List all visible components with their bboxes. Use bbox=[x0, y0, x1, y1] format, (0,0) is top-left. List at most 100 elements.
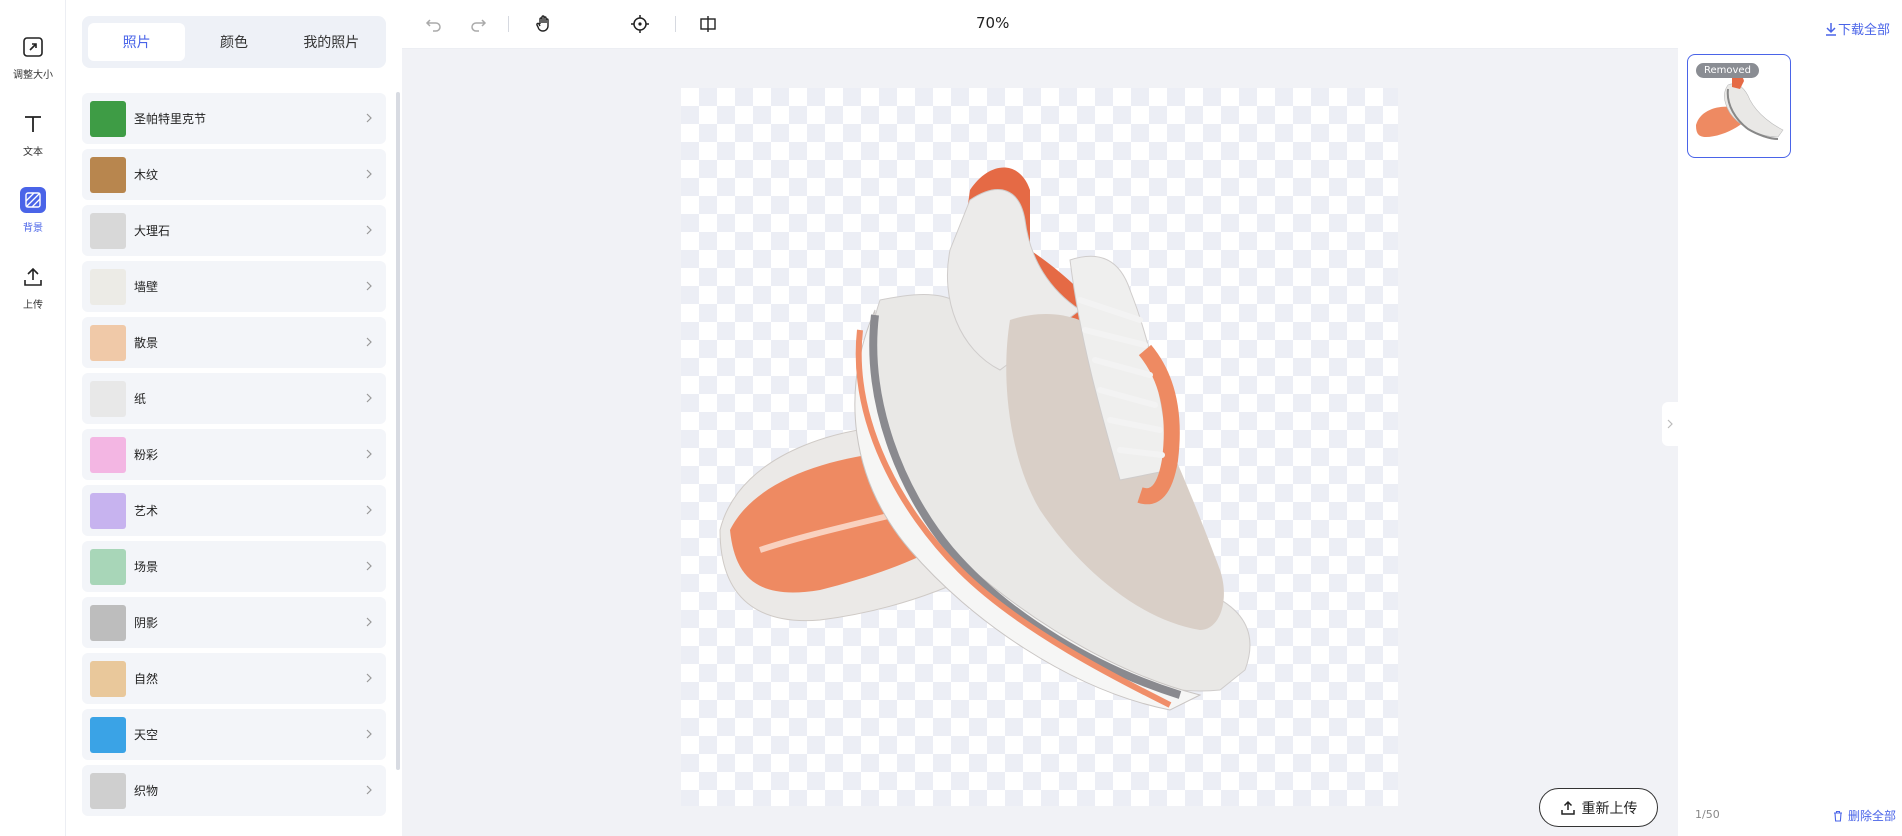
category-thumbnail bbox=[90, 548, 126, 585]
result-thumbnail[interactable]: Removed bbox=[1687, 54, 1791, 158]
canvas-toolbar: 70% bbox=[402, 0, 1678, 49]
chevron-right-icon bbox=[366, 729, 372, 739]
upload-icon bbox=[20, 264, 46, 290]
category-item[interactable]: 艺术 bbox=[82, 485, 386, 536]
app: 调整大小 文本 背景 上传 照片 颜色 我的照片 圣帕特里克节 木纹 大理石 墙… bbox=[0, 0, 1902, 836]
category-label: 艺术 bbox=[134, 504, 159, 518]
category-item[interactable]: 散景 bbox=[82, 317, 386, 368]
rail-label-resize: 调整大小 bbox=[13, 70, 53, 81]
chevron-right-icon bbox=[366, 673, 372, 683]
category-item[interactable]: 纸 bbox=[82, 373, 386, 424]
category-thumbnail bbox=[90, 324, 126, 361]
chevron-right-icon bbox=[366, 617, 372, 627]
category-item[interactable]: 圣帕特里克节 bbox=[82, 93, 386, 144]
left-rail: 调整大小 文本 背景 上传 bbox=[0, 0, 66, 836]
redo-button[interactable] bbox=[466, 12, 490, 36]
delete-all-label: 删除全部 bbox=[1847, 809, 1896, 823]
panel-tabs: 照片 颜色 我的照片 bbox=[82, 16, 386, 68]
rail-item-text[interactable]: 文本 bbox=[0, 107, 66, 167]
rail-label-text: 文本 bbox=[23, 147, 43, 158]
resize-icon bbox=[20, 34, 46, 60]
category-item[interactable]: 织物 bbox=[82, 765, 386, 816]
category-item[interactable]: 粉彩 bbox=[82, 429, 386, 480]
fit-center-button[interactable] bbox=[628, 12, 652, 36]
shoe-image[interactable] bbox=[700, 150, 1380, 730]
image-count: 1/50 bbox=[1695, 808, 1720, 821]
category-thumbnail bbox=[90, 660, 126, 697]
zoom-level[interactable]: 70% bbox=[976, 14, 1009, 32]
category-label: 大理石 bbox=[134, 224, 171, 238]
background-icon bbox=[20, 187, 46, 213]
compare-button[interactable] bbox=[696, 12, 720, 36]
category-label: 场景 bbox=[134, 560, 159, 574]
category-thumbnail bbox=[90, 604, 126, 641]
text-icon bbox=[20, 111, 46, 137]
chevron-right-icon bbox=[366, 337, 372, 347]
rail-label-upload: 上传 bbox=[23, 300, 43, 311]
background-panel: 照片 颜色 我的照片 圣帕特里克节 木纹大理石墙壁散景纸粉彩艺术场景阴影自然天空织… bbox=[82, 16, 386, 836]
category-thumbnail bbox=[90, 156, 126, 193]
category-item[interactable]: 木纹 bbox=[82, 149, 386, 200]
category-thumbnail bbox=[90, 380, 126, 417]
undo-button[interactable] bbox=[422, 12, 446, 36]
category-thumbnail bbox=[90, 492, 126, 529]
tab-colors[interactable]: 颜色 bbox=[185, 23, 282, 61]
collapse-panel-button[interactable] bbox=[1662, 402, 1678, 446]
category-item[interactable]: 场景 bbox=[82, 541, 386, 592]
chevron-right-icon bbox=[366, 281, 372, 291]
category-label: 织物 bbox=[134, 784, 159, 798]
undo-icon bbox=[425, 19, 441, 32]
download-all-label: 下载全部 bbox=[1837, 23, 1890, 38]
reupload-button[interactable]: 重新上传 bbox=[1539, 788, 1658, 827]
category-label: 木纹 bbox=[134, 168, 159, 182]
results-panel: 下载全部 Removed 1/50 删除全部 bbox=[1678, 0, 1902, 836]
reupload-label: 重新上传 bbox=[1581, 800, 1638, 817]
chevron-right-icon bbox=[366, 393, 372, 403]
category-item[interactable]: 自然 bbox=[82, 653, 386, 704]
removed-badge: Removed bbox=[1696, 63, 1759, 78]
download-all-button[interactable]: 下载全部 bbox=[1824, 19, 1890, 38]
chevron-right-icon bbox=[366, 505, 372, 515]
chevron-right-icon bbox=[366, 169, 372, 179]
category-list: 圣帕特里克节 木纹大理石墙壁散景纸粉彩艺术场景阴影自然天空织物 bbox=[82, 93, 386, 821]
chevron-right-icon bbox=[366, 561, 372, 571]
upload-icon bbox=[1560, 800, 1575, 815]
compare-icon bbox=[700, 16, 716, 32]
category-thumbnail bbox=[90, 772, 126, 809]
category-thumbnail bbox=[90, 268, 126, 305]
category-label: 天空 bbox=[134, 728, 159, 742]
redo-icon bbox=[471, 19, 487, 32]
panel-scrollbar[interactable] bbox=[396, 92, 400, 770]
chevron-right-icon bbox=[366, 113, 372, 123]
category-thumbnail bbox=[90, 436, 126, 473]
chevron-right-icon bbox=[366, 785, 372, 795]
category-label: 粉彩 bbox=[134, 448, 159, 462]
category-label: 自然 bbox=[134, 672, 159, 686]
delete-all-button[interactable]: 删除全部 bbox=[1832, 807, 1896, 824]
category-thumbnail bbox=[90, 716, 126, 753]
chevron-right-icon bbox=[1667, 419, 1673, 429]
rail-item-background[interactable]: 背景 bbox=[0, 183, 66, 243]
download-icon bbox=[1825, 22, 1836, 36]
chevron-right-icon bbox=[366, 225, 372, 235]
rail-label-background: 背景 bbox=[23, 223, 43, 234]
pan-button[interactable] bbox=[532, 12, 556, 36]
rail-item-upload[interactable]: 上传 bbox=[0, 260, 66, 320]
tab-photos[interactable]: 照片 bbox=[88, 23, 186, 61]
hand-icon bbox=[536, 15, 549, 32]
category-item[interactable]: 大理石 bbox=[82, 205, 386, 256]
tab-my-photos[interactable]: 我的照片 bbox=[283, 23, 380, 61]
category-item[interactable]: 天空 bbox=[82, 709, 386, 760]
crosshair-icon bbox=[631, 15, 649, 33]
rail-item-resize[interactable]: 调整大小 bbox=[0, 30, 66, 90]
category-item[interactable]: 阴影 bbox=[82, 597, 386, 648]
category-label: 纸 bbox=[134, 392, 147, 406]
category-label: 散景 bbox=[134, 336, 159, 350]
category-item[interactable]: 墙壁 bbox=[82, 261, 386, 312]
trash-icon bbox=[1833, 810, 1842, 822]
category-thumbnail bbox=[90, 212, 126, 249]
category-label: 墙壁 bbox=[134, 280, 159, 294]
category-thumbnail bbox=[90, 100, 126, 137]
category-label: 圣帕特里克节 bbox=[134, 112, 207, 126]
chevron-right-icon bbox=[366, 449, 372, 459]
